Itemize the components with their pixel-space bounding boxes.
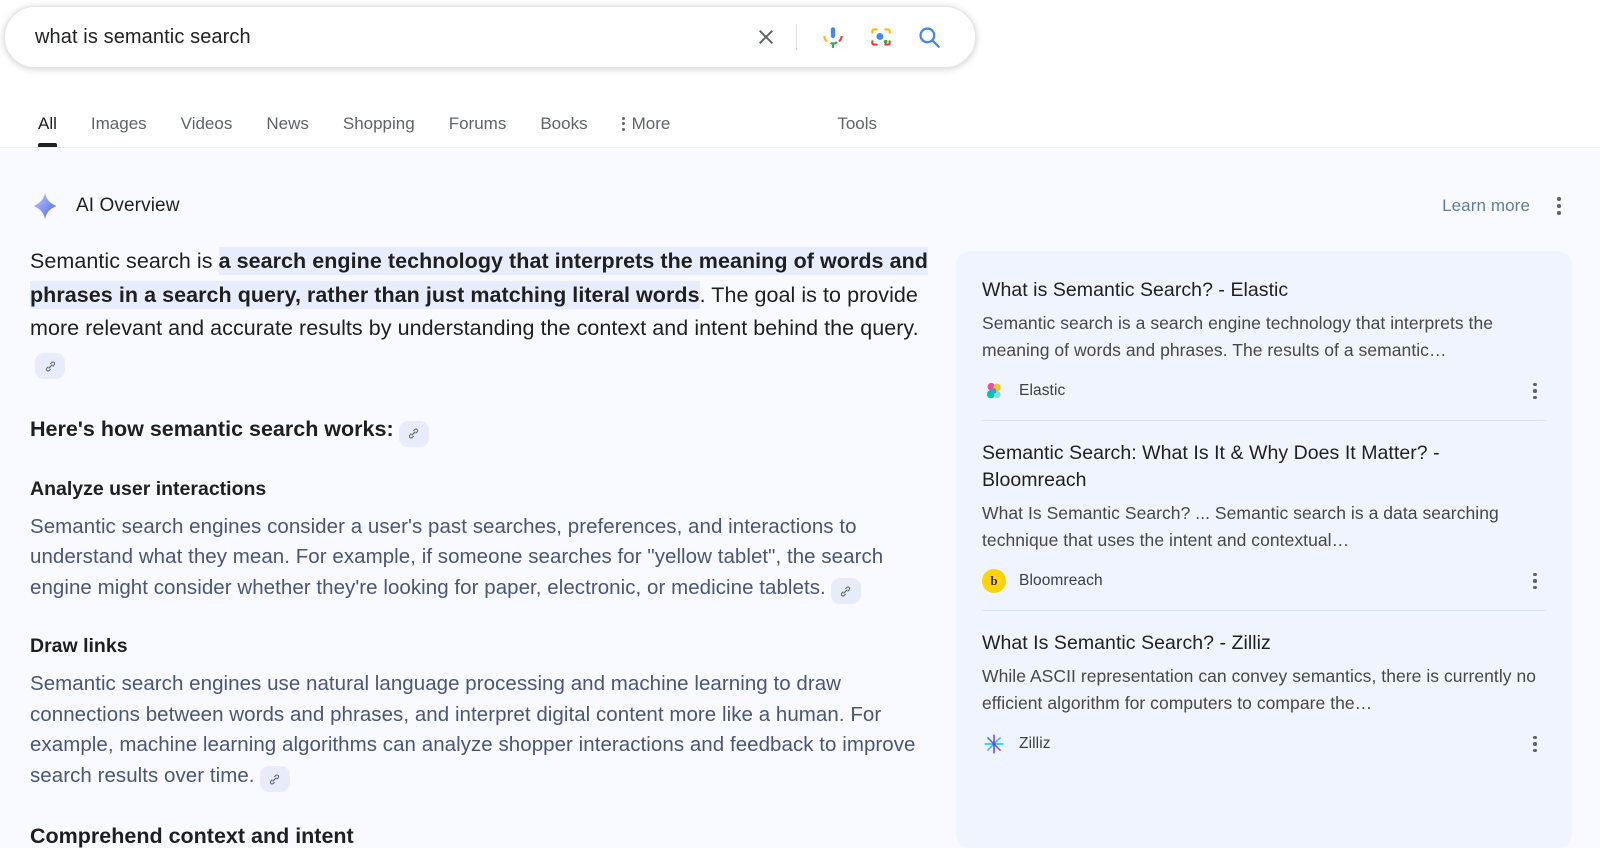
link-icon — [269, 774, 280, 784]
tab-news[interactable]: News — [249, 100, 326, 147]
close-icon — [759, 30, 773, 44]
section-heading-draw-links: Draw links — [30, 635, 128, 657]
source-card[interactable]: What Is Semantic Search? - Zilliz While … — [956, 610, 1572, 773]
search-tabs: All Images Videos News Shopping Forums B… — [0, 100, 877, 147]
zilliz-logo-icon — [982, 732, 1006, 756]
ai-overview-panel: AI Overview Learn more Semantic search i… — [0, 149, 1600, 848]
section-body-text: Semantic search engines consider a user'… — [30, 514, 884, 599]
ai-overview-title: AI Overview — [76, 195, 180, 216]
how-it-works-heading: Here's how semantic search works: — [30, 413, 930, 447]
more-vert-icon — [621, 116, 625, 131]
search-actions-divider — [796, 24, 797, 50]
source-link-chip[interactable] — [259, 766, 290, 792]
tab-all[interactable]: All — [28, 100, 74, 147]
source-card[interactable]: What is Semantic Search? - Elastic Seman… — [956, 257, 1572, 420]
intro-lead-text: Semantic search is — [30, 249, 219, 273]
link-icon — [841, 586, 851, 596]
tab-images-label: Images — [90, 113, 147, 133]
tab-videos-label: Videos — [180, 113, 233, 133]
source-card-footer: b Bloomreach — [982, 568, 1546, 606]
ai-overview-header-actions: Learn more — [1442, 191, 1570, 221]
search-submit-button[interactable] — [905, 13, 953, 61]
elastic-logo-icon — [982, 379, 1006, 403]
bloomreach-logo-icon: b — [982, 569, 1006, 593]
search-tabs-bar: All Images Videos News Shopping Forums B… — [0, 100, 1600, 148]
section-body-analyze-user-interactions: Semantic search engines consider a user'… — [30, 512, 930, 604]
tab-shopping-label: Shopping — [342, 113, 415, 133]
tab-books[interactable]: Books — [523, 100, 604, 147]
section-heading-analyze-user-interactions: Analyze user interactions — [30, 477, 267, 500]
source-link-chip[interactable] — [35, 353, 65, 379]
section-body-draw-links: Semantic search engines use natural lang… — [30, 669, 930, 792]
link-icon — [45, 361, 55, 371]
source-link-chip[interactable] — [398, 420, 429, 447]
search-input[interactable] — [35, 25, 742, 49]
tab-shopping[interactable]: Shopping — [326, 100, 432, 147]
ai-overview-header: AI Overview Learn more — [30, 191, 1570, 221]
ai-overview-content: Semantic search is a search engine techn… — [30, 245, 930, 850]
source-card-site-name: Zilliz — [1019, 735, 1051, 752]
tab-forums-label: Forums — [448, 113, 507, 133]
tab-active-underline — [38, 143, 57, 147]
how-it-works-heading-text: Here's how semantic search works: — [30, 417, 394, 441]
voice-search-button[interactable] — [809, 13, 857, 61]
source-card-snippet: Semantic search is a search engine techn… — [982, 313, 1494, 360]
source-card[interactable]: Semantic Search: What Is It & Why Does I… — [956, 420, 1572, 610]
source-card-site-name: Elastic — [1019, 382, 1066, 399]
source-card-snippet: What Is Semantic Search? ... Semantic se… — [982, 503, 1499, 550]
source-card-title[interactable]: What Is Semantic Search? - Zilliz — [982, 630, 1546, 657]
search-icon — [919, 27, 940, 48]
tab-forums[interactable]: Forums — [432, 100, 524, 147]
learn-more-link[interactable]: Learn more — [1442, 196, 1530, 216]
tab-videos[interactable]: Videos — [164, 100, 250, 147]
tab-more[interactable]: More — [605, 100, 688, 147]
microphone-icon — [823, 27, 843, 48]
source-card-footer: Zilliz — [982, 731, 1546, 769]
google-lens-icon — [871, 28, 891, 46]
source-card-footer: Elastic — [982, 378, 1546, 416]
source-card-site-name: Bloomreach — [1019, 572, 1103, 589]
tab-images[interactable]: Images — [74, 100, 164, 147]
tab-news-label: News — [266, 113, 309, 133]
source-card-more-options-button[interactable] — [1524, 378, 1546, 404]
tab-all-label: All — [38, 113, 57, 133]
ai-overview-more-options-button[interactable] — [1548, 191, 1570, 221]
tools-button[interactable]: Tools — [837, 100, 877, 147]
ai-sparkle-icon — [33, 192, 57, 220]
section-heading-cut-off: Comprehend context and intent — [30, 824, 354, 848]
link-icon — [409, 428, 419, 439]
google-lens-button[interactable] — [857, 13, 905, 61]
source-card-more-options-button[interactable] — [1524, 731, 1546, 757]
search-bar[interactable] — [4, 6, 976, 68]
ai-overview-intro-paragraph: Semantic search is a search engine techn… — [30, 245, 930, 379]
source-link-chip[interactable] — [830, 578, 861, 604]
source-card-title[interactable]: What is Semantic Search? - Elastic — [982, 277, 1546, 304]
section-body-text: Semantic search engines use natural lang… — [30, 672, 916, 787]
clear-search-button[interactable] — [742, 13, 790, 61]
bloomreach-logo-letter: b — [990, 573, 998, 588]
source-card-more-options-button[interactable] — [1524, 568, 1546, 594]
tools-label: Tools — [837, 113, 877, 133]
search-bar-actions — [742, 13, 953, 61]
source-card-snippet: While ASCII representation can convey se… — [982, 666, 1537, 713]
source-card-title[interactable]: Semantic Search: What Is It & Why Does I… — [982, 440, 1546, 494]
tab-more-label: More — [631, 113, 671, 133]
search-bar-container — [4, 6, 976, 68]
tab-books-label: Books — [540, 113, 588, 133]
source-cards-panel: What is Semantic Search? - Elastic Seman… — [956, 251, 1572, 848]
